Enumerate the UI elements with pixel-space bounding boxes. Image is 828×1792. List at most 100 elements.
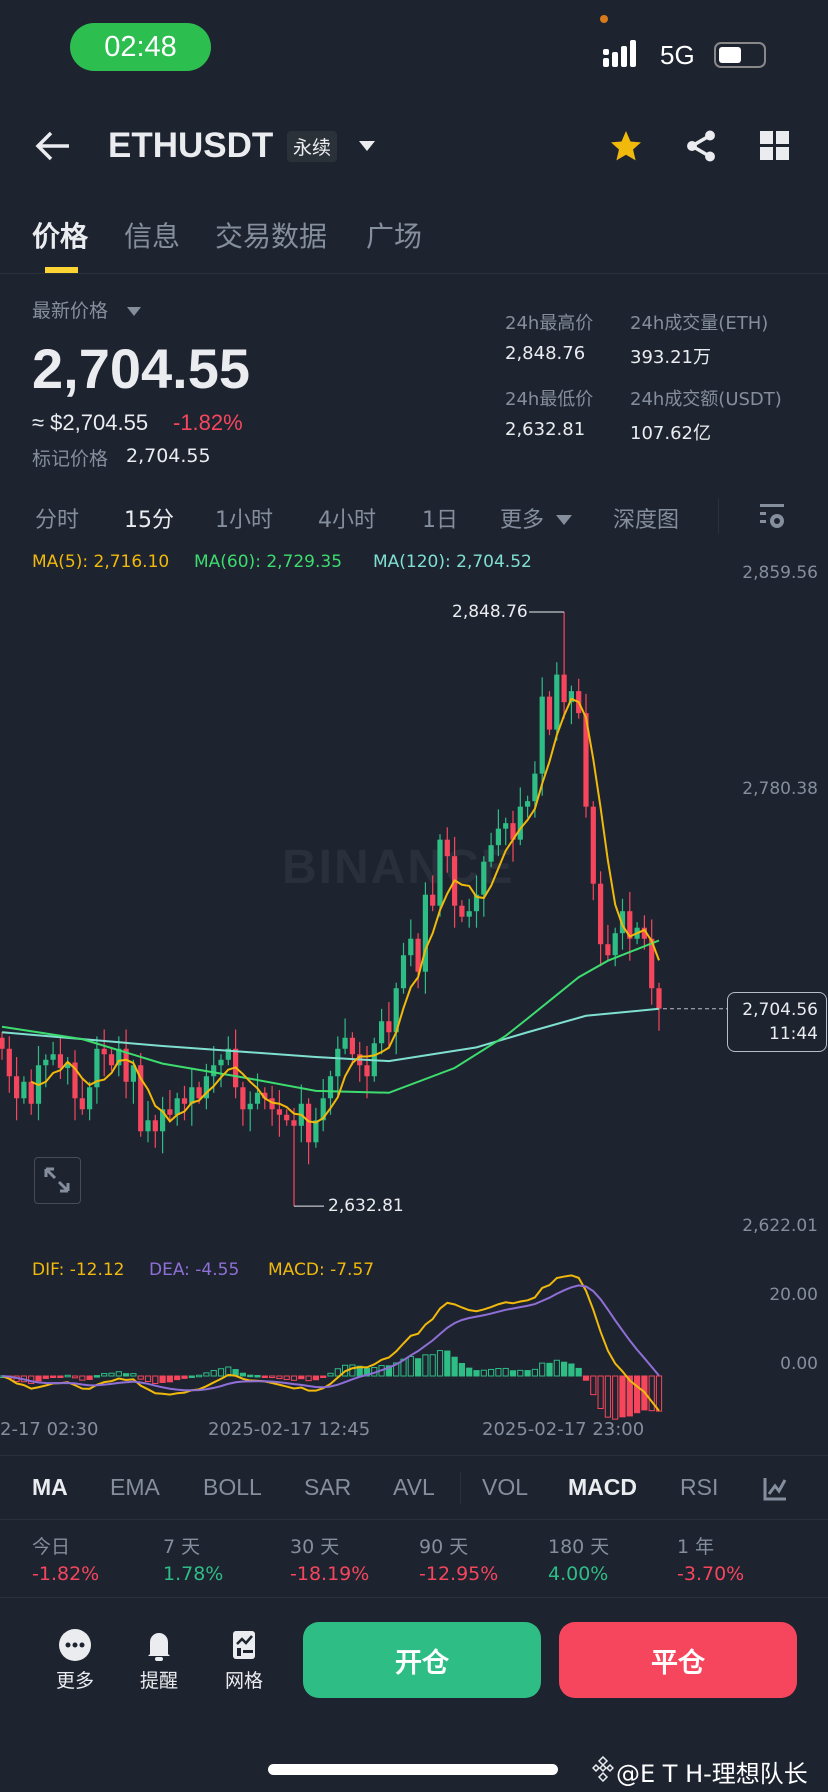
candle-body <box>444 839 450 857</box>
open-position-button[interactable]: 开仓 <box>303 1622 541 1698</box>
candle-body <box>539 696 545 774</box>
macd-histogram-bar <box>71 1375 79 1379</box>
grid-menu-icon[interactable] <box>760 131 790 165</box>
candlestick-chart[interactable] <box>0 540 828 1240</box>
macd-histogram-bar <box>203 1372 210 1377</box>
tab-trading-data[interactable]: 交易数据 <box>215 215 327 255</box>
symbol-title[interactable]: ETHUSDT <box>108 126 273 166</box>
home-indicator[interactable] <box>268 1764 558 1775</box>
tab-square[interactable]: 广场 <box>366 215 422 255</box>
grid-trading-button[interactable]: 网格 <box>214 1628 274 1698</box>
candle-body <box>379 1021 385 1044</box>
candle-body <box>196 1087 202 1099</box>
macd-histogram-bar <box>524 1370 531 1377</box>
macd-histogram-bar <box>495 1368 502 1377</box>
interval-15m[interactable]: 15分 <box>124 502 174 534</box>
usd-price: ≈ $2,704.55 <box>32 410 149 435</box>
24h-volume-label: 24h成交量(ETH) <box>630 313 769 334</box>
back-button[interactable] <box>33 128 73 164</box>
current-price-tag: 2,704.56 11:44 <box>727 992 827 1052</box>
more-button[interactable]: 更多 <box>45 1628 105 1698</box>
candle-body <box>152 1120 158 1132</box>
macd-histogram-bar <box>634 1375 641 1414</box>
macd-histogram-bar <box>531 1368 538 1377</box>
candle-body <box>167 1109 173 1115</box>
period-change: 4.00% <box>548 1563 609 1585</box>
candle-body <box>400 955 407 989</box>
macd-histogram-bar <box>517 1369 524 1377</box>
macd-histogram-bar <box>458 1363 465 1377</box>
macd-histogram-bar <box>619 1375 626 1418</box>
candle-body <box>291 1120 297 1126</box>
interval-time[interactable]: 分时 <box>35 502 79 534</box>
macd-histogram-bar <box>239 1372 247 1377</box>
chart-settings-icon[interactable] <box>758 502 788 536</box>
interval-4h[interactable]: 4小时 <box>318 502 376 534</box>
macd-histogram-bar <box>210 1370 217 1377</box>
indicator-macd[interactable]: MACD <box>568 1474 637 1501</box>
macd-axis-20: 20.00 <box>769 1285 818 1305</box>
candle-body <box>79 1098 85 1110</box>
more-icon <box>55 1628 95 1666</box>
macd-histogram-bar <box>349 1364 356 1377</box>
indicator-ema[interactable]: EMA <box>110 1474 160 1501</box>
network-label: 5G <box>660 40 695 70</box>
macd-histogram-bar <box>502 1367 509 1377</box>
close-position-button[interactable]: 平仓 <box>559 1622 797 1698</box>
dea-line <box>1 1284 660 1392</box>
more-dropdown-icon[interactable] <box>556 511 572 530</box>
candle-body <box>481 861 487 895</box>
macd-histogram-bar <box>648 1375 655 1412</box>
alert-button[interactable]: 提醒 <box>129 1628 189 1698</box>
last-price: 2,704.55 <box>32 337 250 400</box>
symbol-dropdown-icon[interactable] <box>358 138 376 157</box>
interval-1h[interactable]: 1小时 <box>215 502 273 534</box>
period-label: 30 天 <box>290 1536 340 1558</box>
period-label: 90 天 <box>419 1536 469 1558</box>
macd-histogram-bar <box>196 1374 203 1378</box>
24h-low: 2,632.81 <box>505 419 586 440</box>
candle-body <box>590 806 596 884</box>
depth-chart-tab[interactable]: 深度图 <box>613 502 679 534</box>
fullscreen-button[interactable] <box>34 1157 81 1204</box>
divider <box>460 1472 461 1504</box>
candle-body <box>254 1092 261 1104</box>
candle-body <box>495 828 501 846</box>
share-icon[interactable] <box>683 128 719 168</box>
candle-body <box>284 1114 290 1121</box>
indicator-rsi[interactable]: RSI <box>680 1474 720 1501</box>
indicator-avl[interactable]: AVL <box>393 1474 435 1501</box>
candle-body <box>211 1065 217 1077</box>
macd-histogram-bar <box>553 1359 560 1377</box>
price-type-dropdown-icon[interactable] <box>127 302 141 321</box>
candle-body <box>437 839 443 906</box>
dif-line <box>1 1274 660 1412</box>
period-change: -12.95% <box>419 1563 499 1585</box>
macd-histogram-bar <box>298 1375 305 1380</box>
ma120-line <box>1 1007 660 1063</box>
candle-body <box>145 1120 151 1132</box>
macd-histogram-bar <box>422 1354 429 1377</box>
macd-histogram-bar <box>312 1375 319 1381</box>
macd-histogram-bar <box>217 1368 225 1377</box>
period-change: -18.19% <box>290 1563 370 1585</box>
interval-1d[interactable]: 1日 <box>422 502 458 534</box>
period-change: 1.78% <box>163 1563 224 1585</box>
interval-more[interactable]: 更多 <box>500 502 544 534</box>
indicator-settings-icon[interactable] <box>762 1476 788 1506</box>
macd-histogram-bar <box>137 1375 144 1380</box>
indicator-sar[interactable]: SAR <box>304 1474 351 1501</box>
indicator-ma[interactable]: MA <box>32 1474 68 1501</box>
low-annotation: 2,632.81 <box>328 1196 404 1216</box>
date-label: 2025-02-17 23:00 <box>482 1419 645 1440</box>
indicator-boll[interactable]: BOLL <box>203 1474 262 1501</box>
last-price-label[interactable]: 最新价格 <box>32 296 108 323</box>
macd-histogram-bar <box>444 1350 451 1377</box>
tab-info[interactable]: 信息 <box>124 215 180 255</box>
macd-histogram-bar <box>429 1354 436 1377</box>
favorite-star-icon[interactable] <box>608 128 644 168</box>
date-label: 2-17 02:30 <box>0 1419 99 1440</box>
tab-price[interactable]: 价格 <box>32 215 88 255</box>
indicator-vol[interactable]: VOL <box>482 1474 528 1501</box>
macd-histogram-bar <box>247 1374 254 1378</box>
